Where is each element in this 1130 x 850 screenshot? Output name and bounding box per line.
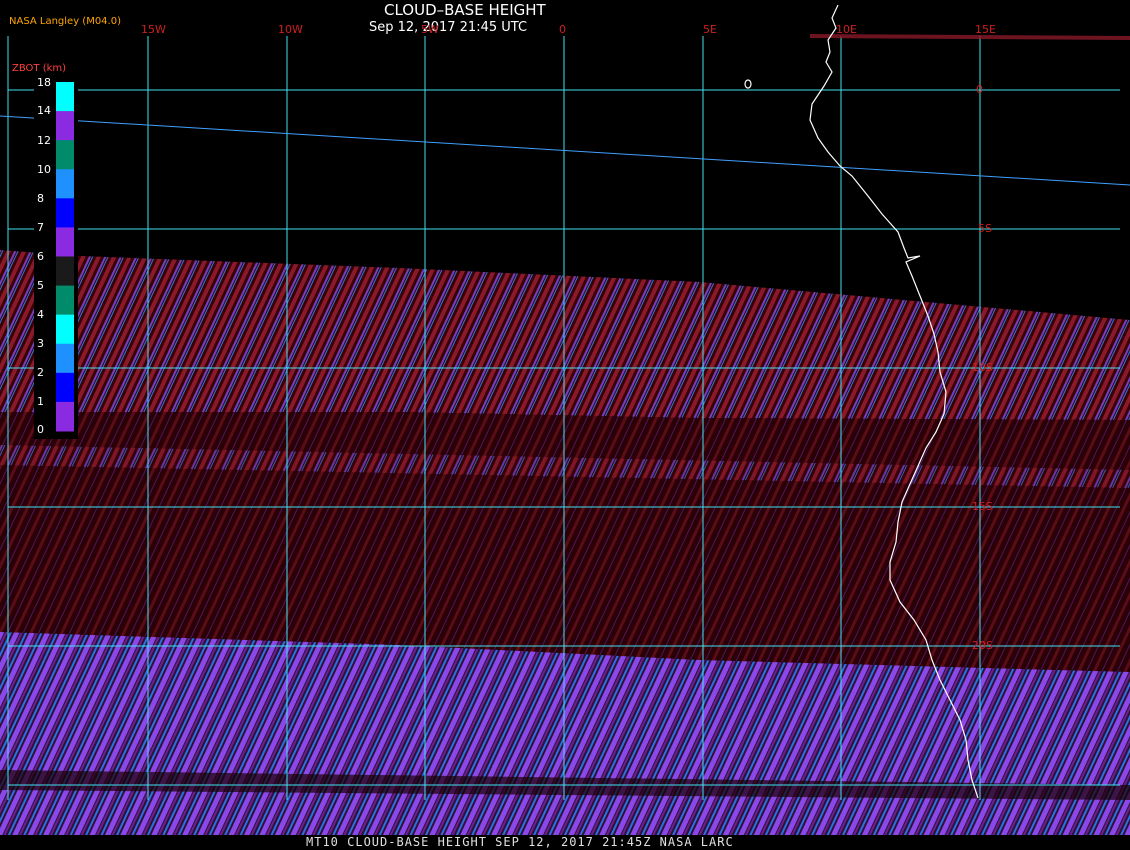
colorbar-label: 0 bbox=[37, 423, 44, 436]
colorbar-segment bbox=[56, 372, 74, 403]
lon-label-15e: 15E bbox=[975, 23, 996, 36]
colorbar-segment bbox=[56, 140, 74, 170]
colorbar-label: 4 bbox=[37, 308, 44, 321]
lat-label-20s: 20S bbox=[972, 639, 993, 652]
colorbar-segment bbox=[56, 256, 74, 287]
lon-label-10w: 10W bbox=[278, 23, 303, 36]
swath-edge-top bbox=[809, 34, 1130, 40]
colorbar-segment bbox=[56, 343, 74, 374]
lon-label-10e: 10E bbox=[836, 23, 857, 36]
colorbar-segment bbox=[56, 285, 74, 316]
colorbar-label: 5 bbox=[37, 279, 44, 292]
colorbar-segment bbox=[56, 111, 74, 141]
colorbar-label: 6 bbox=[37, 250, 44, 263]
map-subtitle: Sep 12, 2017 21:45 UTC bbox=[369, 20, 528, 35]
lat-label-15s: 15S bbox=[972, 500, 993, 513]
colorbar-label: 2 bbox=[37, 366, 44, 379]
lon-label-0: 0 bbox=[559, 23, 566, 36]
cloud-band-upper bbox=[0, 250, 1130, 420]
colorbar-label: 7 bbox=[37, 221, 44, 234]
map-title: CLOUD–BASE HEIGHT bbox=[384, 1, 546, 19]
colorbar-label: 1 bbox=[37, 395, 44, 408]
lat-label-5s: 5S bbox=[978, 222, 992, 235]
lat-label-10s: 10S bbox=[972, 361, 993, 374]
colorbar-segment bbox=[56, 401, 74, 432]
colorbar-segment bbox=[56, 314, 74, 345]
colorbar-segment bbox=[56, 82, 74, 112]
island bbox=[744, 79, 752, 89]
cloud-base-height-map bbox=[0, 4, 1130, 835]
colorbar-label: 18 bbox=[37, 76, 51, 89]
colorbar-segment bbox=[56, 198, 74, 228]
colorbar-segment bbox=[56, 227, 74, 257]
colorbar-label: 3 bbox=[37, 337, 44, 350]
colorbar-label: 10 bbox=[37, 163, 51, 176]
colorbar-label: 8 bbox=[37, 192, 44, 205]
credit-label: NASA Langley (M04.0) bbox=[9, 16, 121, 27]
satellite-track bbox=[0, 115, 1130, 186]
lon-label-15w: 15W bbox=[141, 23, 166, 36]
colorbar-title: ZBOT (km) bbox=[12, 63, 67, 74]
colorbar-label: 12 bbox=[37, 134, 51, 147]
cloud-field bbox=[0, 250, 1130, 835]
lon-label-5w: 5W bbox=[421, 23, 439, 36]
colorbar-segment bbox=[56, 169, 74, 199]
colorbar-label: 14 bbox=[37, 104, 51, 117]
footer-caption: MT10 CLOUD-BASE HEIGHT SEP 12, 2017 21:4… bbox=[306, 835, 734, 849]
lon-label-5e: 5E bbox=[703, 23, 717, 36]
lat-label-0: 0 bbox=[976, 83, 983, 96]
